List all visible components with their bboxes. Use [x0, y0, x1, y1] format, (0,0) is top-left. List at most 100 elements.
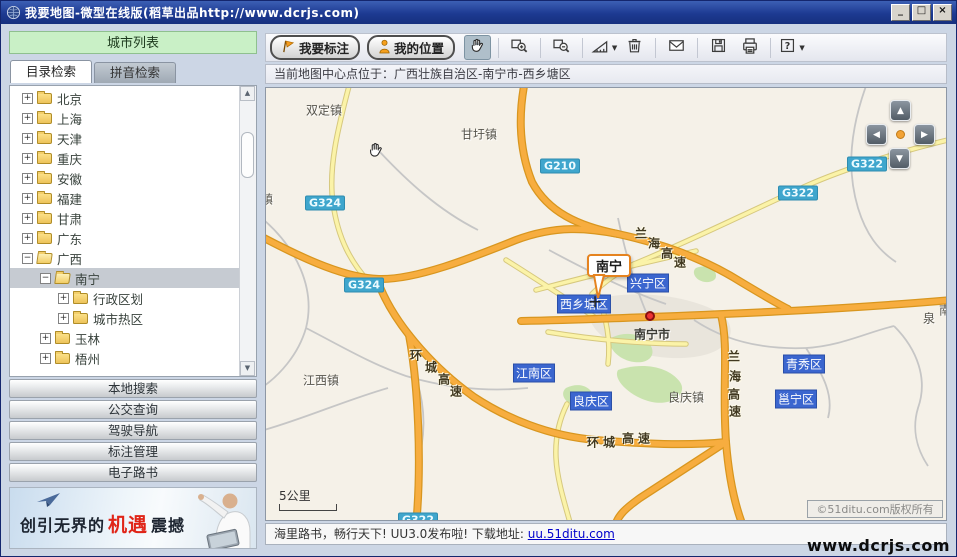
zoom-out-tool-button[interactable] — [548, 35, 575, 60]
tree-item[interactable]: +行政区划 — [10, 288, 239, 308]
expressway-name-label: 环 — [587, 434, 599, 451]
zoom-in-tool-button[interactable] — [506, 35, 533, 60]
close-button[interactable]: × — [933, 4, 952, 21]
tree-item[interactable]: +安徽 — [10, 168, 239, 188]
district-badge: 邕宁区 — [776, 391, 816, 408]
tree-expander-icon[interactable]: + — [22, 113, 33, 124]
tree-item[interactable]: +北京 — [10, 88, 239, 108]
tree-expander-icon[interactable]: + — [58, 313, 69, 324]
tree-item[interactable]: +玉林 — [10, 328, 239, 348]
scroll-down-icon[interactable]: ▼ — [240, 361, 255, 376]
tree-item[interactable]: +重庆 — [10, 148, 239, 168]
minimize-button[interactable]: _ — [891, 4, 910, 21]
scroll-up-icon[interactable]: ▲ — [240, 86, 255, 101]
drive-nav-button[interactable]: 驾驶导航 — [9, 421, 257, 440]
tree-expander-icon[interactable]: + — [22, 133, 33, 144]
dropdown-caret-icon[interactable]: ▼ — [612, 44, 617, 52]
folder-icon — [73, 313, 88, 324]
mail-icon — [666, 36, 687, 59]
tree-expander-icon[interactable]: − — [40, 273, 51, 284]
district-badge: 兴宁区 — [628, 275, 668, 292]
ad-text: 创引无界的机遇震撼 — [20, 510, 185, 537]
tree-item-label: 甘肃 — [57, 209, 82, 228]
map-canvas[interactable]: 双定镇甘圩镇镇江西镇良庆镇泉南兰海高速兰海高速环城高速环城高速兴宁区西乡塘区江南… — [265, 87, 947, 521]
tree-expander-icon[interactable]: + — [22, 233, 33, 244]
city-marker-icon — [645, 311, 655, 321]
folder-icon — [55, 333, 70, 344]
marker-flag-icon — [281, 39, 296, 57]
trash-icon — [625, 36, 644, 59]
tree-item[interactable]: + 天津 — [10, 128, 239, 148]
tree-item[interactable]: + 甘肃 — [10, 208, 239, 228]
annotate-button[interactable]: 我要标注 — [270, 35, 360, 60]
tab-directory-search[interactable]: 目录检索 — [10, 60, 92, 83]
tree-item-label: 广西 — [57, 249, 82, 268]
pan-center-dot[interactable] — [896, 130, 905, 139]
annotation-manage-button[interactable]: 标注管理 — [9, 442, 257, 461]
save-tool-button[interactable] — [705, 35, 732, 60]
folder-icon — [37, 193, 52, 204]
tree-expander-icon[interactable]: + — [22, 153, 33, 164]
tree-item[interactable]: +广东 — [10, 228, 239, 248]
town-label: 镇 — [265, 191, 273, 208]
ebook-route-button[interactable]: 电子路书 — [9, 463, 257, 482]
tree-item[interactable]: +上海 — [10, 108, 239, 128]
district-badge: 良庆区 — [571, 393, 611, 410]
download-link[interactable]: uu.51ditu.com — [528, 527, 615, 541]
tree-expander-icon[interactable]: + — [22, 213, 33, 224]
measure-tool-button[interactable]: ▼ — [590, 35, 617, 60]
my-location-button[interactable]: 我的位置 — [367, 35, 455, 60]
pan-up-button[interactable]: ▲ — [890, 100, 911, 121]
tree-item[interactable]: + 福建 — [10, 188, 239, 208]
bus-query-button[interactable]: 公交查询 — [9, 400, 257, 419]
maximize-button[interactable]: □ — [912, 4, 931, 21]
print-tool-button[interactable] — [736, 35, 763, 60]
site-link[interactable]: www.dcrjs.com — [807, 536, 950, 555]
zoom-in-icon — [509, 36, 530, 60]
folder-icon — [37, 233, 52, 244]
tree-item-label: 福建 — [57, 189, 82, 208]
tree-item-label: 天津 — [57, 129, 82, 148]
tree-expander-icon[interactable]: − — [22, 253, 33, 264]
pan-tool-button[interactable] — [464, 35, 491, 60]
tree-expander-icon[interactable]: + — [40, 353, 51, 364]
tree-expander-icon[interactable]: + — [40, 333, 51, 344]
tree-item[interactable]: +城市热区 — [10, 308, 239, 328]
toolbar-separator — [540, 38, 541, 58]
mail-tool-button[interactable] — [663, 35, 690, 60]
delete-tool-button[interactable] — [621, 35, 648, 60]
folder-icon — [37, 113, 52, 124]
district-badge: 江南区 — [514, 365, 554, 382]
ad-banner[interactable]: 创引无界的机遇震撼 — [9, 487, 257, 549]
scroll-thumb[interactable] — [241, 132, 254, 178]
expressway-name-label: 海 — [648, 235, 660, 252]
pan-down-button[interactable]: ▼ — [889, 148, 910, 169]
road-number-badge: G324 — [344, 278, 384, 293]
help-tool-button[interactable]: ?▼ — [778, 35, 805, 60]
tree-expander-icon[interactable]: + — [22, 173, 33, 184]
print-icon — [740, 36, 760, 60]
city-list-header: 城市列表 — [9, 31, 257, 54]
tree-expander-icon[interactable]: + — [22, 93, 33, 104]
paper-plane-icon — [36, 492, 62, 512]
save-icon — [709, 36, 728, 59]
help-icon: ? — [778, 36, 797, 59]
hand-icon — [468, 36, 487, 59]
toolbar-separator — [770, 38, 771, 58]
tree-scrollbar[interactable]: ▲ ▼ — [239, 86, 256, 376]
tree-item[interactable]: −南宁 — [10, 268, 239, 288]
dropdown-caret-icon[interactable]: ▼ — [799, 44, 804, 52]
local-search-button[interactable]: 本地搜索 — [9, 379, 257, 398]
road-number-badge: G322 — [847, 157, 887, 172]
ad-highlight-text: 机遇 — [108, 514, 148, 536]
tree-item[interactable]: +梧州 — [10, 348, 239, 368]
folder-icon — [37, 93, 52, 104]
pan-right-button[interactable]: ▶ — [914, 124, 935, 145]
tree-expander-icon[interactable]: + — [22, 193, 33, 204]
pan-left-button[interactable]: ◀ — [866, 124, 887, 145]
tab-pinyin-search[interactable]: 拼音检索 — [94, 62, 176, 83]
tree-expander-icon[interactable]: + — [58, 293, 69, 304]
tree-item[interactable]: − 广西 — [10, 248, 239, 268]
folder-icon — [54, 273, 71, 284]
toolbar-separator — [697, 38, 698, 58]
